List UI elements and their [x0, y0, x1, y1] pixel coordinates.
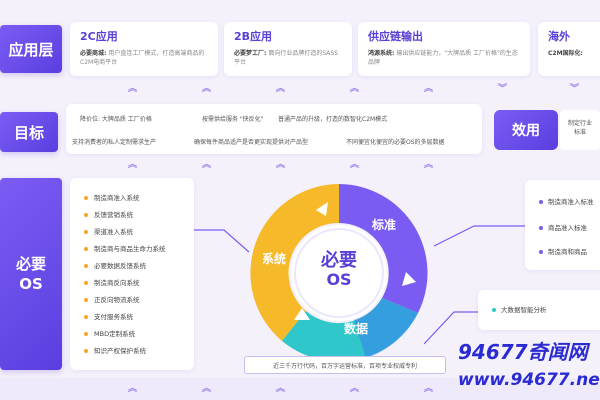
list-item: 反馈营销系统: [84, 209, 133, 219]
goal-item: 支持消费者的私人定制需求生产: [72, 139, 157, 146]
list-item: 制造商与商品生命力系统: [84, 243, 166, 253]
list-item: MBD定制系统: [84, 328, 135, 338]
goal-item: 确保每件商品适产是否更实现提供对产品型: [194, 139, 309, 146]
goal-item: 按需供给服务 "快反化": [202, 116, 264, 123]
watermark-title: 94677奇闻网: [458, 340, 588, 364]
segment-label-data: 数据: [344, 322, 369, 336]
standards-list: 制造商准入标准 商品准入标准 制造商和商品: [525, 180, 600, 270]
segment-label-system: 系统: [262, 252, 287, 266]
app-card-desc: 鸿源系统: 输出供应链能力，"大牌品质 工厂价格"的生态品牌: [368, 50, 518, 66]
footer-caption: 近三千万行代码，百万字运营标准，百项专业权威专利: [244, 356, 446, 374]
list-item: 制造商反向系统: [84, 277, 140, 287]
app-card-title: 2C应用: [80, 30, 118, 43]
row-label-application: 应用层: [0, 25, 62, 73]
row-label-goal: 目标: [0, 112, 58, 152]
app-card-title: 海外: [548, 30, 570, 43]
data-list: 大数据智能分析: [478, 290, 600, 330]
center-label-line2: OS: [326, 270, 352, 289]
list-item: 制造商准入系统: [84, 192, 140, 202]
list-item: 知识产权保护系统: [84, 345, 146, 355]
watermark-url: www.94677.net: [458, 370, 600, 390]
connector-left: [194, 229, 250, 253]
list-item: 正反向物流系统: [84, 294, 140, 304]
list-item: 渠道准入系统: [84, 226, 133, 236]
app-card-title: 2B应用: [234, 30, 273, 43]
list-item: 商品准入标准: [539, 222, 587, 232]
app-card-desc: 必要商城: 用户直连工厂模式，打造高端商品的C2M电商平台: [80, 50, 205, 66]
list-item: 制造商准入标准: [539, 196, 594, 206]
list-item: 必要数据反馈系统: [84, 260, 146, 270]
app-card-2c[interactable]: 2C应用 必要商城: 用户直连工厂模式，打造高端商品的C2M电商平台: [70, 22, 218, 76]
app-card-title: 供应链输出: [368, 30, 423, 43]
app-card-desc: 必要梦工厂: 面向行业品牌打造的SASS平台: [234, 50, 338, 66]
effect-text: 制定行业 标准: [560, 110, 600, 150]
systems-list: 制造商准入系统 反馈营销系统 渠道准入系统 制造商与商品生命力系统 必要数据反馈…: [70, 178, 194, 370]
app-card-2b[interactable]: 2B应用 必要梦工厂: 面向行业品牌打造的SASS平台: [224, 22, 352, 76]
segment-label-standard: 标准: [372, 218, 397, 232]
list-item: 大数据智能分析: [492, 304, 547, 314]
goal-box: 降价位: 大牌品质 工厂价格 按需供给服务 "快反化" 普通产品的升级，打造的数…: [66, 104, 482, 154]
goal-item: 不同便宜化便宜的必要OS的多层数据: [346, 139, 445, 146]
list-item: 制造商和商品: [539, 246, 587, 256]
app-card-supply-chain[interactable]: 供应链输出 鸿源系统: 输出供应链能力，"大牌品质 工厂价格"的生态品牌: [358, 22, 530, 76]
goal-item: 降价位: 大牌品质 工厂价格: [80, 116, 152, 123]
center-label-line1: 必要: [321, 250, 357, 271]
connector-right-top: [434, 225, 526, 247]
list-item: 支付服务系统: [84, 311, 133, 321]
effect-label: 效用: [494, 110, 558, 150]
app-card-overseas[interactable]: 海外 C2M国际化:: [538, 22, 600, 76]
os-cycle-diagram: 必要 OS 系统 标准 数据: [246, 180, 432, 366]
goal-item: 普通产品的升级，打造的数智化C2M模式: [278, 116, 388, 123]
row-label-required-os: 必要 OS: [0, 178, 62, 370]
app-card-desc: C2M国际化:: [548, 50, 583, 57]
